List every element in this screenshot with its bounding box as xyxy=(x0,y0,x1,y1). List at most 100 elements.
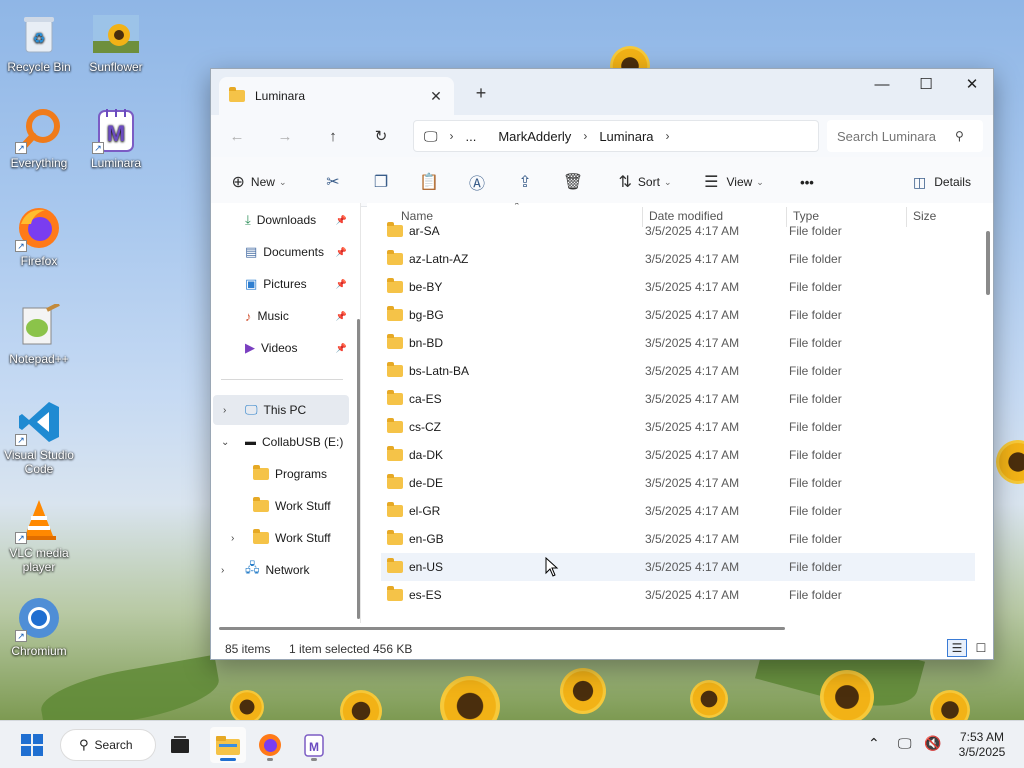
nav-item-collabusb[interactable]: ⌄ ▬ CollabUSB (E:) xyxy=(211,427,351,457)
file-type: File folder xyxy=(789,532,842,546)
tab-luminara[interactable]: Luminara ✕ xyxy=(219,77,454,115)
desktop-icon-everything[interactable]: ↗ Everything xyxy=(1,106,77,170)
desktop-icon-recycle-bin[interactable]: ♻ Recycle Bin xyxy=(1,10,77,74)
file-row-en-us[interactable]: en-US 3/5/2025 4:17 AM File folder xyxy=(381,553,975,581)
desktop-icon-notepad-plus-plus[interactable]: Notepad++ xyxy=(1,302,77,366)
nav-item-downloads[interactable]: ⤓ Downloads 📌 xyxy=(211,205,351,235)
pin-icon: 📌 xyxy=(335,278,347,289)
file-list-scrollbar[interactable] xyxy=(986,231,990,295)
chevron-right-icon[interactable]: › xyxy=(231,533,234,544)
file-row-bg-bg[interactable]: bg-BG 3/5/2025 4:17 AM File folder xyxy=(381,301,975,329)
nav-item-label: Programs xyxy=(275,467,328,481)
maximize-button[interactable]: ☐ xyxy=(903,69,949,99)
search-box[interactable]: ⚲ xyxy=(827,120,983,152)
content-area: ⤓ Downloads 📌 ▤ Documents 📌 ▣ Pictures 📌… xyxy=(211,203,993,630)
desktop-icon-firefox[interactable]: ↗ Firefox xyxy=(1,204,77,268)
search-input[interactable] xyxy=(837,128,947,144)
nav-item-label: CollabUSB (E:) xyxy=(262,435,344,449)
file-row-es-es[interactable]: es-ES 3/5/2025 4:17 AM File folder xyxy=(381,581,975,609)
desktop-icon-vscode[interactable]: ↗ Visual Studio Code xyxy=(1,398,77,476)
breadcrumb[interactable]: 🖵 › ... MarkAdderly › Luminara › xyxy=(413,120,819,152)
start-button[interactable] xyxy=(14,727,50,763)
file-row-be-by[interactable]: be-BY 3/5/2025 4:17 AM File folder xyxy=(381,273,975,301)
file-row-bn-bd[interactable]: bn-BD 3/5/2025 4:17 AM File folder xyxy=(381,329,975,357)
desktop-icon-sunflower[interactable]: Sunflower xyxy=(78,10,154,74)
chevron-right-icon[interactable]: › xyxy=(223,405,226,416)
back-button[interactable]: ← xyxy=(221,120,253,152)
close-window-button[interactable]: ✕ xyxy=(949,69,993,99)
monitor-icon: 🖵 xyxy=(245,402,258,417)
chevron-down-icon[interactable]: ⌄ xyxy=(221,437,229,448)
file-row-cs-cz[interactable]: cs-CZ 3/5/2025 4:17 AM File folder xyxy=(381,413,975,441)
details-view-button[interactable]: ☰ xyxy=(947,639,967,657)
file-row-bs-latn-ba[interactable]: bs-Latn-BA 3/5/2025 4:17 AM File folder xyxy=(381,357,975,385)
paste-button[interactable]: 📋 xyxy=(415,166,443,198)
nav-item-documents[interactable]: ▤ Documents 📌 xyxy=(211,237,351,267)
nav-item-videos[interactable]: ▶ Videos 📌 xyxy=(211,333,351,363)
details-pane-button[interactable]: ◫ Details xyxy=(907,166,977,198)
nav-item-work-stuff[interactable]: Work Stuff xyxy=(211,491,351,521)
taskbar-search[interactable]: ⚲ Search xyxy=(60,729,156,761)
view-button[interactable]: ☰ View ⌄ xyxy=(699,166,769,198)
task-view-button[interactable] xyxy=(162,727,198,763)
folder-icon xyxy=(387,250,403,265)
refresh-button[interactable]: ↻ xyxy=(365,120,397,152)
cut-button[interactable]: ✂ xyxy=(319,166,347,198)
taskbar-luminara[interactable]: M xyxy=(296,727,332,763)
new-tab-button[interactable]: + xyxy=(469,81,493,105)
nav-item-work-stuff-zip[interactable]: › Work Stuff xyxy=(211,523,351,553)
nav-item-network[interactable]: › 🖧 Network xyxy=(211,555,351,585)
chevron-right-icon[interactable]: › xyxy=(221,565,224,576)
up-button[interactable]: ↑ xyxy=(317,120,349,152)
nav-item-label: Work Stuff xyxy=(275,531,331,545)
forward-button[interactable]: → xyxy=(269,120,301,152)
large-icons-view-button[interactable]: ☐ xyxy=(971,639,991,657)
file-list: ⌃ Name Date modified Type Size ar-SA 3/5/… xyxy=(367,203,993,623)
view-list-icon: ☰ xyxy=(704,174,719,191)
nav-item-music[interactable]: ♪ Music 📌 xyxy=(211,301,351,331)
file-row-az-latn-az[interactable]: az-Latn-AZ 3/5/2025 4:17 AM File folder xyxy=(381,245,975,273)
more-options-button[interactable]: ••• xyxy=(791,166,823,198)
nav-divider xyxy=(221,379,343,380)
minimize-button[interactable]: — xyxy=(859,69,905,99)
horizontal-scrollbar[interactable] xyxy=(219,627,785,630)
copy-icon: ❐ xyxy=(373,174,389,191)
navigation-pane: ⤓ Downloads 📌 ▤ Documents 📌 ▣ Pictures 📌… xyxy=(211,203,361,623)
taskbar-firefox[interactable] xyxy=(252,727,288,763)
breadcrumb-item-markadderly[interactable]: MarkAdderly xyxy=(498,129,571,144)
chevron-down-icon: ⌄ xyxy=(756,176,764,187)
breadcrumb-item-luminara[interactable]: Luminara xyxy=(599,129,653,144)
share-button[interactable]: ⇪ xyxy=(511,166,539,198)
nav-scrollbar[interactable] xyxy=(357,319,360,619)
file-type: File folder xyxy=(789,252,842,266)
show-hidden-icons-button[interactable]: ⌃ xyxy=(868,735,880,752)
tab-close-button[interactable]: ✕ xyxy=(424,84,448,108)
network-status-icon[interactable]: 🖵 xyxy=(898,735,912,752)
download-icon: ⤓ xyxy=(245,212,251,227)
taskbar-file-explorer[interactable] xyxy=(210,727,246,763)
breadcrumb-overflow[interactable]: ... xyxy=(466,129,477,144)
nav-item-pictures[interactable]: ▣ Pictures 📌 xyxy=(211,269,351,299)
clock[interactable]: 7:53 AM 3/5/2025 xyxy=(950,730,1014,760)
new-button[interactable]: ⊕ New ⌄ xyxy=(227,166,291,198)
nav-item-this-pc[interactable]: › 🖵 This PC xyxy=(213,395,349,425)
file-row-en-gb[interactable]: en-GB 3/5/2025 4:17 AM File folder xyxy=(381,525,975,553)
folder-icon xyxy=(387,222,403,237)
sort-button[interactable]: ⇅ Sort ⌄ xyxy=(611,166,679,198)
file-row-el-gr[interactable]: el-GR 3/5/2025 4:17 AM File folder xyxy=(381,497,975,525)
volume-muted-icon[interactable]: 🔇 xyxy=(924,735,941,752)
folder-icon xyxy=(253,465,269,480)
file-type: File folder xyxy=(789,280,842,294)
copy-button[interactable]: ❐ xyxy=(367,166,395,198)
file-row-ca-es[interactable]: ca-ES 3/5/2025 4:17 AM File folder xyxy=(381,385,975,413)
rename-button[interactable]: Ⓐ xyxy=(463,166,491,198)
usb-drive-icon: ▬ xyxy=(245,436,256,448)
desktop-icon-chromium[interactable]: ↗ Chromium xyxy=(1,594,77,658)
desktop-icon-vlc[interactable]: ↗ VLC media player xyxy=(1,496,77,574)
delete-button[interactable]: 🗑 xyxy=(559,166,587,198)
file-row-ar-sa[interactable]: ar-SA 3/5/2025 4:17 AM File folder xyxy=(381,217,975,245)
file-row-da-dk[interactable]: da-DK 3/5/2025 4:17 AM File folder xyxy=(381,441,975,469)
file-row-de-de[interactable]: de-DE 3/5/2025 4:17 AM File folder xyxy=(381,469,975,497)
nav-item-programs[interactable]: Programs xyxy=(211,459,351,489)
desktop-icon-luminara[interactable]: M ↗ Luminara xyxy=(78,106,154,170)
